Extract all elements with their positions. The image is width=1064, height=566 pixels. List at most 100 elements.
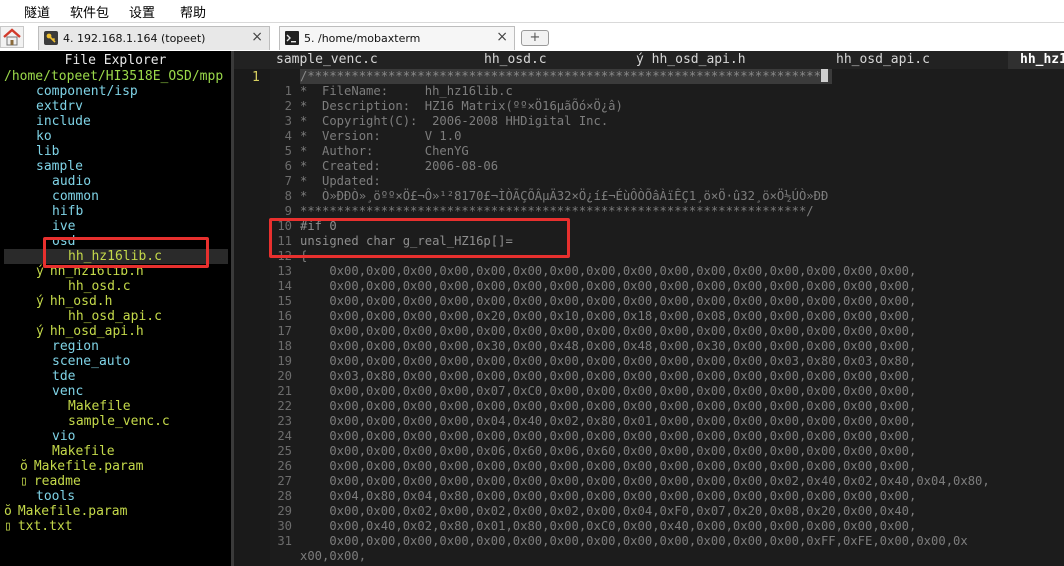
code-line: 2 * Description: HZ16 Matrix(ºº×Ö16µãÕó×Ö… [270,99,623,114]
code-line: 14 0x00,0x00,0x00,0x00,0x00,0x00,0x00,0x… [270,279,916,294]
line-number: 4 [284,129,292,143]
tree-item-label: component/isp [36,84,138,99]
line-number: 21 [277,384,292,398]
tree-folder[interactable]: scene_auto [52,354,130,369]
session-tab-bar: 4. 192.168.1.164 (topeet) × 5. /home/mob… [0,23,1064,51]
line-number: 9 [284,204,292,218]
tree-item-label: lib [36,144,60,159]
tree-file[interactable]: Makefile [52,444,115,459]
editor-tab-hh-osd-c[interactable]: hh_osd.c [484,51,547,69]
tree-folder[interactable]: lib [36,144,59,159]
code-line: 20 0x03,0x80,0x00,0x00,0x00,0x00,0x00,0x… [270,369,916,384]
tree-file[interactable]: sample_venc.c [68,414,170,429]
menu-settings[interactable]: 设置 [129,2,155,21]
line-number: 6 [284,159,292,173]
code-line: 4 * Version: V 1.0 [270,129,462,144]
add-tab-button[interactable]: + [521,30,549,46]
ssh-key-icon [44,31,58,45]
line-number: 17 [277,324,292,338]
line-text: 0x00,0x40,0x02,0x80,0x01,0x80,0x00,0xC0,… [300,519,917,533]
tree-item-label: hh_osd.h [49,294,113,309]
code-line: 30 0x00,0x40,0x02,0x80,0x01,0x80,0x00,0x… [270,519,916,534]
code-line: 25 0x00,0x00,0x00,0x00,0x06,0x60,0x06,0x… [270,444,916,459]
tree-item-label: scene_auto [52,354,131,369]
close-icon[interactable]: × [496,29,508,45]
explorer-path[interactable]: /home/topeet/HI3518E_OSD/mpp [4,69,223,84]
tree-folder[interactable]: tools [36,489,75,504]
line-text: * Description: HZ16 Matrix(ºº×Ö16µãÕó×Ö¿… [300,99,623,113]
tree-item-label: sample_venc.c [68,414,170,429]
tree-file[interactable]: ý hh_osd.h [36,294,112,309]
code-line: x00,0x00, [270,549,366,564]
code-line: 13 0x00,0x00,0x00,0x00,0x00,0x00,0x00,0x… [270,264,916,279]
tree-folder[interactable]: hifb [52,204,83,219]
tree-item-label: region [52,339,99,354]
line-number: 29 [277,504,292,518]
tree-item-label: Makefile.param [17,504,128,519]
tree-folder[interactable]: common [52,189,99,204]
line-number: 3 [284,114,292,128]
tree-file[interactable]: Makefile [68,399,131,414]
code-line: 29 0x00,0x00,0x02,0x00,0x02,0x00,0x02,0x… [270,504,916,519]
tree-file[interactable]: hh_osd.c [68,279,131,294]
file-type-icon: ŏ [4,504,12,519]
menu-tunnel[interactable]: 隧道 [24,2,50,21]
tree-file[interactable]: ▯ txt.txt [4,519,73,534]
tree-file[interactable]: ý hh_osd_api.h [36,324,144,339]
tree-folder[interactable]: component/isp [36,84,138,99]
tree-folder[interactable]: include [36,114,91,129]
line-number: 27 [277,474,292,488]
line-number: 24 [277,429,292,443]
tree-folder[interactable]: extdrv [36,99,83,114]
menu-bar: ̄ 隧道 软件包 设置 帮助 [0,0,1064,23]
line-number: 13 [277,264,292,278]
tree-item-label: venc [52,384,84,399]
menu-help[interactable]: 帮助 [180,2,206,21]
editor-tab-hh-osd-api-h[interactable]: ý hh_osd_api.h [636,51,746,69]
file-type-icon: ý [36,294,44,309]
editor-tab-sample-venc[interactable]: sample_venc.c [276,51,378,69]
tree-folder[interactable]: tde [52,369,75,384]
tree-file[interactable]: ▯ readme [20,474,81,489]
line-number: 1 [284,84,292,98]
editor-tab-hh-osd-api-c[interactable]: hh_osd_api.c [836,51,930,69]
menu-packages[interactable]: 软件包 [70,2,109,21]
line-number: 28 [277,489,292,503]
code-editor[interactable]: /***************************************… [270,69,1064,566]
code-line: 8 * Ò»ÐÐÒ»¸öºº×Ö£¬Ô»¹²8170£¬ÌÒÃÇÕÂµÄ32×Ö¿… [270,189,829,204]
editor-tab-hh-hz16[interactable]: hh_hz16 [1008,51,1064,69]
line-text: 0x03,0x80,0x00,0x00,0x00,0x00,0x00,0x00,… [300,369,917,383]
tree-folder[interactable]: venc [52,384,83,399]
line-text: 0x00,0x00,0x00,0x00,0x00,0x00,0x00,0x00,… [300,399,917,413]
tree-item-label: ko [36,129,52,144]
line-text: 0x00,0x00,0x00,0x00,0x00,0x00,0x00,0x00,… [300,354,917,368]
terminal-icon [285,31,299,45]
tree-file[interactable]: hh_osd_api.c [68,309,162,324]
tree-file[interactable]: ŏ Makefile.param [20,459,143,474]
tree-folder[interactable]: vio [52,429,75,444]
tree-folder[interactable]: audio [52,174,91,189]
home-button[interactable] [0,26,24,48]
tree-item-label: hh_osd_api.c [68,309,162,324]
tree-folder[interactable]: ive [52,219,75,234]
line-number: 18 [277,339,292,353]
tree-file[interactable]: ŏ Makefile.param [4,504,127,519]
file-type-icon: ŏ [20,459,28,474]
line-number: 30 [277,519,292,533]
file-type-icon: ý [36,324,44,339]
line-number: 23 [277,414,292,428]
line-text: ****************************************… [300,204,814,218]
close-icon[interactable]: × [251,29,263,45]
tree-item-label: hh_osd_api.h [49,324,144,339]
session-tab-local[interactable]: 5. /home/mobaxterm × [279,26,515,50]
line-number: 25 [277,444,292,458]
tree-folder[interactable]: region [52,339,99,354]
session-tab-ssh[interactable]: 4. 192.168.1.164 (topeet) × [38,26,270,50]
tree-folder[interactable]: sample [36,159,83,174]
tree-item-label: Makefile [52,444,115,459]
tree-item-label: tools [36,489,76,504]
tree-folder[interactable]: ko [36,129,52,144]
line-number: 5 [284,144,292,158]
tree-item-label: readme [33,474,81,489]
code-line: 24 0x00,0x00,0x00,0x00,0x00,0x00,0x00,0x… [270,429,916,444]
